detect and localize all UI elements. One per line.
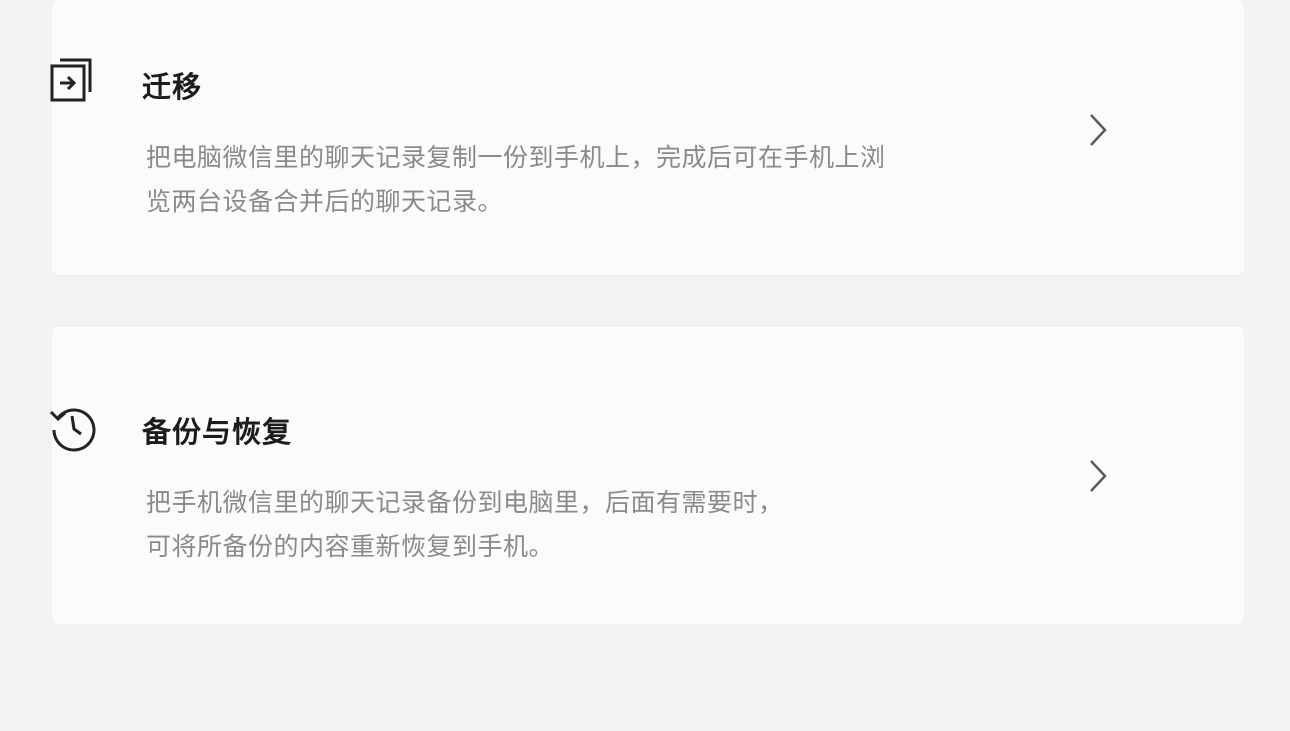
backup-restore-description: 把手机微信里的聊天记录备份到电脑里，后面有需要时， 可将所备份的内容重新恢复到手…	[146, 481, 1076, 569]
migrate-description-line: 把电脑微信里的聊天记录复制一份到手机上，完成后可在手机上浏	[146, 143, 886, 172]
backup-restore-description-line: 可将所备份的内容重新恢复到手机。	[146, 532, 555, 561]
chevron-right-icon[interactable]	[1086, 112, 1110, 148]
migrate-description: 把电脑微信里的聊天记录复制一份到手机上，完成后可在手机上浏 览两台设备合并后的聊…	[146, 136, 1076, 224]
migrate-description-line: 览两台设备合并后的聊天记录。	[146, 187, 504, 216]
migrate-title: 迁移	[142, 70, 203, 104]
backup-restore-title: 备份与恢复	[142, 415, 293, 449]
backup-restore-option-card[interactable]	[52, 327, 1244, 624]
chat-history-management-page: 迁移 把电脑微信里的聊天记录复制一份到手机上，完成后可在手机上浏 览两台设备合并…	[0, 0, 1290, 731]
history-clock-icon	[48, 402, 96, 452]
chevron-right-icon[interactable]	[1086, 458, 1110, 494]
migrate-icon	[48, 56, 96, 104]
backup-restore-description-line: 把手机微信里的聊天记录备份到电脑里，后面有需要时，	[146, 488, 784, 517]
